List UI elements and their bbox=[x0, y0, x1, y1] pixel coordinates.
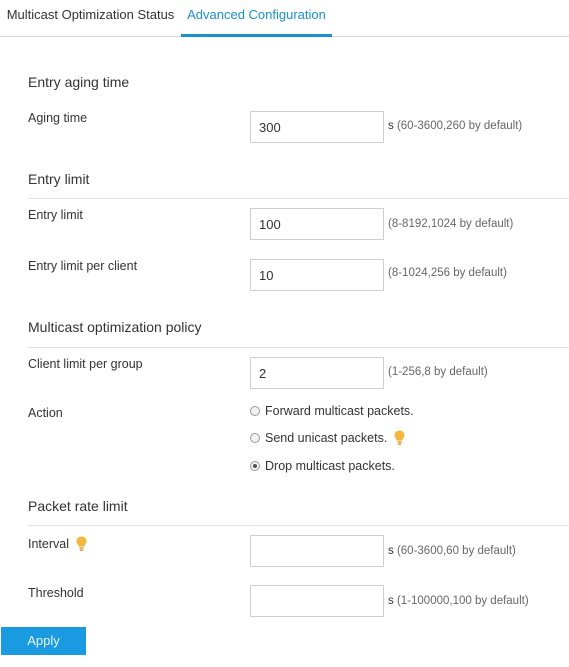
entry-limit-per-client-input[interactable] bbox=[250, 259, 384, 291]
radio-button[interactable] bbox=[250, 406, 260, 416]
threshold-label: Threshold bbox=[28, 586, 84, 600]
client-limit-per-group-label: Client limit per group bbox=[28, 357, 143, 371]
section-divider bbox=[28, 525, 569, 526]
interval-hint: s (60-3600,60 by default) bbox=[388, 545, 516, 557]
lightbulb-icon[interactable] bbox=[76, 536, 87, 552]
section-title-multicast-optimization-policy: Multicast optimization policy bbox=[28, 319, 202, 335]
client-limit-per-group-hint: (1-256,8 by default) bbox=[388, 366, 488, 378]
tab-bar: Multicast Optimization Status Advanced C… bbox=[0, 0, 569, 37]
section-title-packet-rate-limit: Packet rate limit bbox=[28, 498, 128, 514]
action-option-send-unicast[interactable]: Send unicast packets. bbox=[250, 430, 405, 446]
section-divider bbox=[28, 347, 569, 348]
threshold-input[interactable] bbox=[250, 585, 384, 617]
section-title-entry-limit: Entry limit bbox=[28, 171, 90, 187]
entry-limit-per-client-label: Entry limit per client bbox=[28, 259, 138, 273]
tab-advanced-configuration[interactable]: Advanced Configuration bbox=[181, 0, 332, 37]
apply-button[interactable]: Apply bbox=[1, 627, 86, 655]
action-option-label: Send unicast packets. bbox=[265, 431, 388, 445]
entry-limit-input[interactable] bbox=[250, 208, 384, 240]
aging-time-hint: s (60-3600,260 by default) bbox=[388, 120, 523, 132]
action-option-forward[interactable]: Forward multicast packets. bbox=[250, 403, 414, 419]
entry-limit-per-client-hint: (8-1024,256 by default) bbox=[388, 267, 507, 279]
radio-button[interactable] bbox=[250, 433, 260, 443]
lightbulb-icon[interactable] bbox=[394, 430, 405, 446]
action-option-drop[interactable]: Drop multicast packets. bbox=[250, 458, 395, 474]
action-option-label: Forward multicast packets. bbox=[265, 404, 414, 418]
entry-limit-hint: (8-8192,1024 by default) bbox=[388, 218, 514, 230]
entry-limit-label: Entry limit bbox=[28, 208, 83, 222]
interval-input[interactable] bbox=[250, 535, 384, 567]
action-label: Action bbox=[28, 406, 63, 420]
tab-multicast-optimization-status[interactable]: Multicast Optimization Status bbox=[0, 0, 181, 36]
interval-label: Interval bbox=[28, 536, 87, 552]
section-divider bbox=[28, 198, 569, 199]
client-limit-per-group-input[interactable] bbox=[250, 357, 384, 389]
threshold-hint: s (1-100000,100 by default) bbox=[388, 595, 529, 607]
section-title-entry-aging-time: Entry aging time bbox=[28, 74, 130, 90]
radio-button-selected[interactable] bbox=[250, 461, 260, 471]
aging-time-input[interactable] bbox=[250, 111, 384, 143]
action-option-label: Drop multicast packets. bbox=[265, 459, 395, 473]
aging-time-label: Aging time bbox=[28, 111, 88, 125]
